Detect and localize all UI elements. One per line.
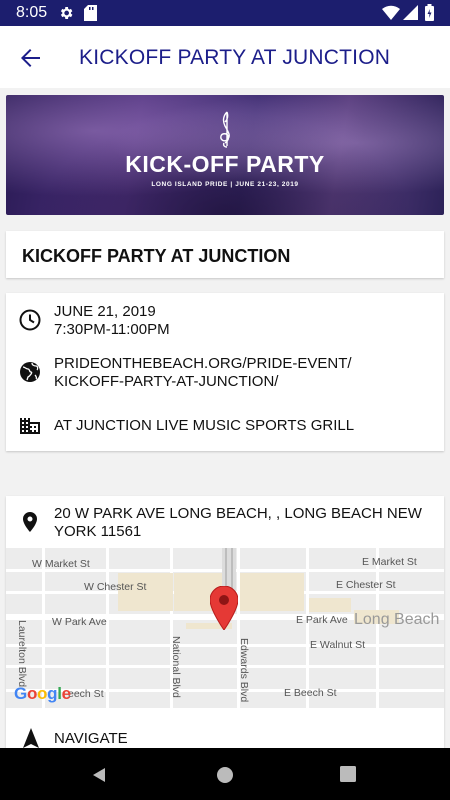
map-label-laurelton: Laurelton Blvd: [16, 620, 28, 688]
map-label-city: Long Beach: [354, 611, 440, 628]
event-title: KICKOFF PARTY AT JUNCTION: [22, 246, 291, 266]
event-banner-image: KICK-OFF PARTY LONG ISLAND PRIDE | JUNE …: [6, 95, 444, 215]
location-card: 20 W PARK AVE LONG BEACH, , LONG BEACH N…: [6, 496, 444, 756]
location-pin-icon: [18, 510, 42, 534]
nav-recents-icon[interactable]: [340, 766, 356, 787]
sd-card-icon: [84, 5, 97, 26]
map-label-e-market: E Market St: [362, 556, 417, 568]
event-url-line2: KICKOFF-PARTY-AT-JUNCTION/: [54, 373, 279, 390]
battery-icon: [425, 4, 434, 26]
map-marker-icon[interactable]: [209, 585, 239, 635]
navigation-arrow-icon: [20, 726, 44, 750]
map-label-w-park: W Park Ave: [52, 616, 107, 628]
map-label-edwards: Edwards Blvd: [238, 638, 250, 703]
google-logo: Google: [14, 684, 71, 703]
banner-subtitle: LONG ISLAND PRIDE | JUNE 21-23, 2019: [151, 181, 299, 188]
event-website-link[interactable]: PRIDEONTHEBEACH.ORG/PRIDE-EVENT/ KICKOFF…: [54, 355, 352, 391]
system-nav-bar: [0, 748, 450, 800]
event-url-line1: PRIDEONTHEBEACH.ORG/PRIDE-EVENT/: [54, 355, 352, 372]
banner-title: KICK-OFF PARTY: [125, 151, 325, 177]
map-label-w-market: W Market St: [32, 558, 90, 570]
map-label-national: National Blvd: [170, 636, 182, 698]
page-title: KICKOFF PARTY AT JUNCTION: [79, 46, 391, 69]
event-address: 20 W PARK AVE LONG BEACH, , LONG BEACH N…: [54, 505, 422, 540]
map-label-e-walnut: E Walnut St: [310, 639, 366, 651]
status-bar: 8:05: [0, 0, 450, 26]
map-label-w-chester: W Chester St: [84, 581, 147, 593]
clock-icon: [18, 308, 42, 332]
map-label-e-chester: E Chester St: [336, 579, 396, 591]
back-button[interactable]: [14, 42, 46, 74]
map-label-e-park: E Park Ave: [296, 614, 348, 626]
globe-icon: [18, 360, 42, 384]
map-label-w-beech: eech St: [68, 688, 104, 700]
event-title-card: KICKOFF PARTY AT JUNCTION: [6, 231, 444, 278]
event-venue: AT JUNCTION LIVE MUSIC SPORTS GRILL: [54, 417, 355, 434]
status-time: 8:05: [16, 4, 48, 21]
location-map[interactable]: W Market St E Market St W Chester St E C…: [6, 548, 444, 708]
nav-home-icon[interactable]: [216, 766, 234, 789]
building-icon: [18, 413, 42, 437]
event-info-card: JUNE 21, 2019 7:30PM-11:00PM PRIDEONTHEB…: [6, 293, 444, 451]
nav-back-icon[interactable]: [90, 766, 108, 789]
app-bar: KICKOFF PARTY AT JUNCTION: [0, 26, 450, 88]
arrow-back-icon: [21, 49, 40, 67]
map-label-e-beech: E Beech St: [284, 687, 337, 699]
signal-icon: [403, 5, 418, 25]
treble-clef-icon: [220, 111, 230, 148]
navigate-button[interactable]: NAVIGATE: [54, 730, 128, 747]
event-time: 7:30PM-11:00PM: [54, 321, 170, 338]
wifi-icon: [382, 5, 400, 25]
gear-icon: [58, 5, 74, 26]
event-date: JUNE 21, 2019: [54, 303, 156, 320]
